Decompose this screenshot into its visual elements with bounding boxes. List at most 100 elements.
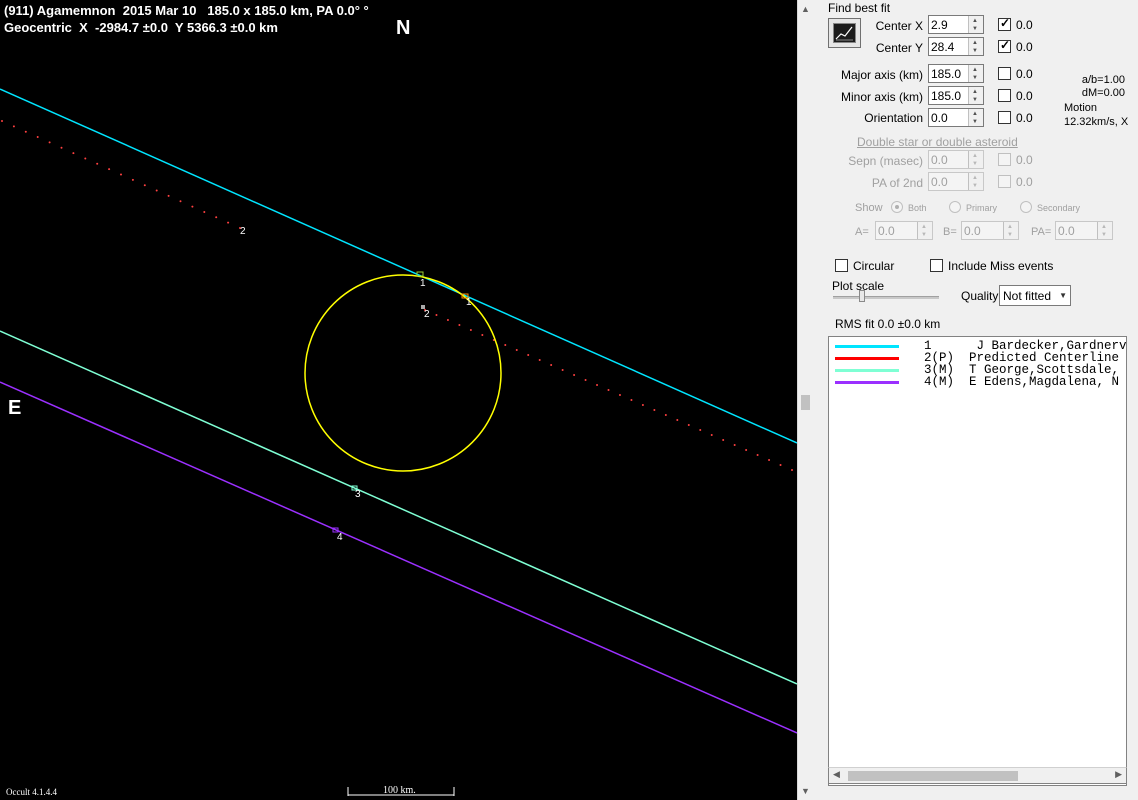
spin-down-icon[interactable]: ▼ [972,119,978,125]
legend-text: 4(M) E Edens,Magdalena, N [924,375,1120,389]
spin-down-icon[interactable]: ▼ [972,183,978,189]
pa-label: PA= [1031,226,1052,238]
spin-up-icon[interactable]: ▲ [972,89,978,95]
plot-header-title: (911) Agamemnon 2015 Mar 10 185.0 x 185.… [4,3,369,18]
spin-down-icon[interactable]: ▼ [972,75,978,81]
scroll-down-icon[interactable]: ▼ [801,786,810,796]
predicted-path-dot [607,389,610,391]
sepn-label: Sepn (masec) [848,154,923,168]
find-best-fit-button[interactable] [828,18,861,48]
scroll-thumb[interactable] [848,771,1018,781]
spin-up-icon[interactable]: ▲ [1007,224,1013,230]
rms-fit: RMS fit 0.0 ±0.0 km [835,317,941,331]
spin-down-icon[interactable]: ▼ [1101,232,1107,238]
a-value[interactable]: 0.0 [878,224,895,238]
plot-scale-slider-track[interactable] [833,296,939,299]
predicted-path-dot [538,359,541,361]
spin-down-icon[interactable]: ▼ [972,97,978,103]
minor-axis-uncertainty: 0.0 [1016,89,1033,103]
pa-2nd-checkbox[interactable] [998,175,1011,188]
spin-down-icon[interactable]: ▼ [921,232,927,238]
minor-axis-spinner[interactable]: 185.0 ▲ ▼ [928,86,984,105]
spin-up-icon[interactable]: ▲ [972,175,978,181]
spin-down-icon[interactable]: ▼ [972,48,978,54]
major-axis-spinner[interactable]: 185.0 ▲ ▼ [928,64,984,83]
spin-up-icon[interactable]: ▲ [972,111,978,117]
center-x-value[interactable]: 2.9 [931,18,948,32]
orientation-spinner[interactable]: 0.0 ▲ ▼ [928,108,984,127]
center-y-value[interactable]: 28.4 [931,40,954,54]
major-axis-value[interactable]: 185.0 [931,67,961,81]
legend-swatch [835,345,899,348]
show-secondary-radio[interactable] [1020,201,1032,213]
include-miss-checkbox[interactable] [930,259,943,272]
spin-up-icon[interactable]: ▲ [972,153,978,159]
orientation-value[interactable]: 0.0 [931,111,948,125]
predicted-path-dot [1,120,3,122]
spin-down-icon[interactable]: ▼ [972,161,978,167]
spin-up-icon[interactable]: ▲ [972,40,978,46]
orientation-uncertainty: 0.0 [1016,111,1033,125]
predicted-path-dot [641,404,644,406]
minor-axis-label: Minor axis (km) [840,90,923,104]
predicted-path-dot [48,141,51,144]
center-y-spinner[interactable]: 28.4 ▲ ▼ [928,37,984,56]
sepn-value[interactable]: 0.0 [931,153,948,167]
predicted-path-dot [131,178,134,181]
b-spinner[interactable]: 0.0 ▲ ▼ [961,221,1019,240]
chord-legend-list[interactable]: 1 J Bardecker,Gardnerv 2(P) Predicted Ce… [828,336,1127,786]
scroll-left-icon[interactable]: ◀ [833,769,840,780]
double-star-link[interactable]: Double star or double asteroid [857,135,1018,149]
spin-up-icon[interactable]: ▲ [921,224,927,230]
motion-value: 12.32km/s, X [1064,116,1129,128]
pa-value[interactable]: 0.0 [1058,224,1075,238]
pa-2nd-value[interactable]: 0.0 [931,175,948,189]
major-axis-checkbox[interactable] [998,67,1011,80]
check-icon: ✓ [1000,38,1011,52]
scroll-right-icon[interactable]: ▶ [1115,769,1122,780]
show-primary-radio[interactable] [949,201,961,213]
pa-2nd-spinner[interactable]: 0.0 ▲ ▼ [928,172,984,191]
plot-vertical-scrollbar[interactable]: ▲ ▼ [797,0,815,800]
legend-row-4[interactable]: 4(M) E Edens,Magdalena, N [835,375,1126,389]
center-x-spinner[interactable]: 2.9 ▲ ▼ [928,15,984,34]
predicted-path-dot [179,200,182,203]
legend-horizontal-scrollbar[interactable]: ◀ ▶ [828,767,1127,784]
spin-down-icon[interactable]: ▼ [972,26,978,32]
predicted-path-dots-east [424,309,793,471]
minor-axis-checkbox[interactable] [998,89,1011,102]
pa-2nd-label: PA of 2nd [871,176,923,190]
center-x-checkbox[interactable]: ✓ [998,16,1011,31]
occultation-plot[interactable]: (911) Agamemnon 2015 Mar 10 185.0 x 185.… [0,0,797,800]
predicted-path-dot [779,464,782,466]
a-label: A= [855,226,869,238]
chord-label-3: 3 [355,489,361,500]
spin-up-icon[interactable]: ▲ [1101,224,1107,230]
show-both-radio[interactable] [891,201,903,213]
plot-scale-slider-thumb[interactable] [859,290,865,302]
chord-label-1b: 1 [466,297,472,308]
a-spinner[interactable]: 0.0 ▲ ▼ [875,221,933,240]
check-icon: ✓ [1000,16,1011,30]
chord-label-1a: 1 [420,278,426,289]
orientation-checkbox[interactable] [998,111,1011,124]
scroll-up-icon[interactable]: ▲ [801,4,810,14]
minor-axis-value[interactable]: 185.0 [931,89,961,103]
center-y-checkbox[interactable]: ✓ [998,38,1011,53]
pa-spinner[interactable]: 0.0 ▲ ▼ [1055,221,1113,240]
predicted-path-dot [550,364,553,366]
spin-up-icon[interactable]: ▲ [972,18,978,24]
show-label: Show [855,202,883,214]
spin-up-icon[interactable]: ▲ [972,67,978,73]
scroll-thumb[interactable] [801,395,810,410]
north-label: N [396,17,411,39]
circular-checkbox[interactable] [835,259,848,272]
sepn-checkbox[interactable] [998,153,1011,166]
quality-select[interactable]: Not fitted ▼ [999,285,1071,306]
chart-icon [833,23,856,43]
predicted-path-dot [756,454,759,456]
predicted-path-dot [458,324,461,326]
sepn-spinner[interactable]: 0.0 ▲ ▼ [928,150,984,169]
b-value[interactable]: 0.0 [964,224,981,238]
spin-down-icon[interactable]: ▼ [1007,232,1013,238]
